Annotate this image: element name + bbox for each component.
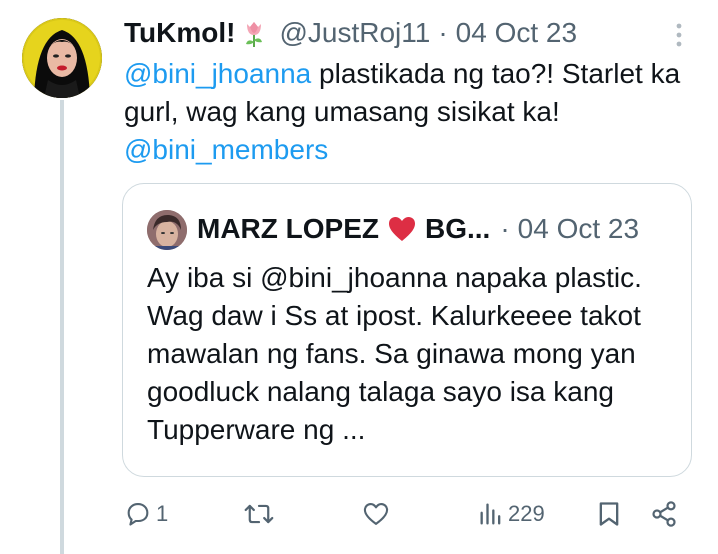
action-bar: 1 229 [0,496,718,536]
quoted-date: 04 Oct 23 [517,213,640,244]
share-button[interactable] [650,500,678,528]
more-options-icon[interactable] [664,20,694,50]
retweet-button[interactable] [244,500,274,528]
separator-dot: · [438,17,448,48]
quoted-tweet-text: Ay iba si @bini_jhoanna napaka plastic. … [147,262,642,445]
quoted-display-name: MARZ LOPEZ [197,213,379,244]
quoted-tweet-card[interactable]: MARZ LOPEZ BG... · 04 Oct 23 Ay iba si @… [122,183,692,477]
avatar[interactable] [22,18,102,98]
views-count: 229 [508,501,545,526]
tweet-page: TuKmol! @JustRoj11 · 04 Oct 23 @bini_jho… [0,0,718,554]
avatar-image [22,18,102,98]
tweet-text: @bini_jhoanna plastikada ng tao?! Starle… [124,55,704,169]
heart-icon [362,500,390,528]
like-button[interactable] [362,500,390,528]
quoted-avatar [147,210,187,250]
reply-count: 1 [156,501,169,526]
bookmark-icon [596,500,622,528]
display-name[interactable]: TuKmol! [124,16,235,50]
mention-link[interactable]: @bini_members [124,134,328,165]
tulip-emoji-icon [239,18,269,48]
bookmark-button[interactable] [596,500,622,528]
analytics-icon [478,500,504,528]
quoted-separator-dot: · [500,213,510,244]
reply-icon [124,500,152,528]
red-heart-emoji-icon [387,214,417,244]
handle[interactable]: @JustRoj11 [279,16,430,50]
views-button[interactable]: 229 [478,500,545,528]
share-icon [650,500,678,528]
quoted-header: MARZ LOPEZ BG... · 04 Oct 23 [197,211,639,247]
quoted-display-name-truncated: BG... [425,213,491,244]
retweet-icon [244,500,274,528]
mention-link[interactable]: @bini_jhoanna [124,58,311,89]
reply-button[interactable]: 1 [124,500,168,528]
quoted-avatar-image [147,210,187,250]
thread-line [60,100,64,554]
tweet-header: TuKmol! @JustRoj11 · 04 Oct 23 [124,16,577,50]
tweet-date[interactable]: 04 Oct 23 [456,16,577,50]
